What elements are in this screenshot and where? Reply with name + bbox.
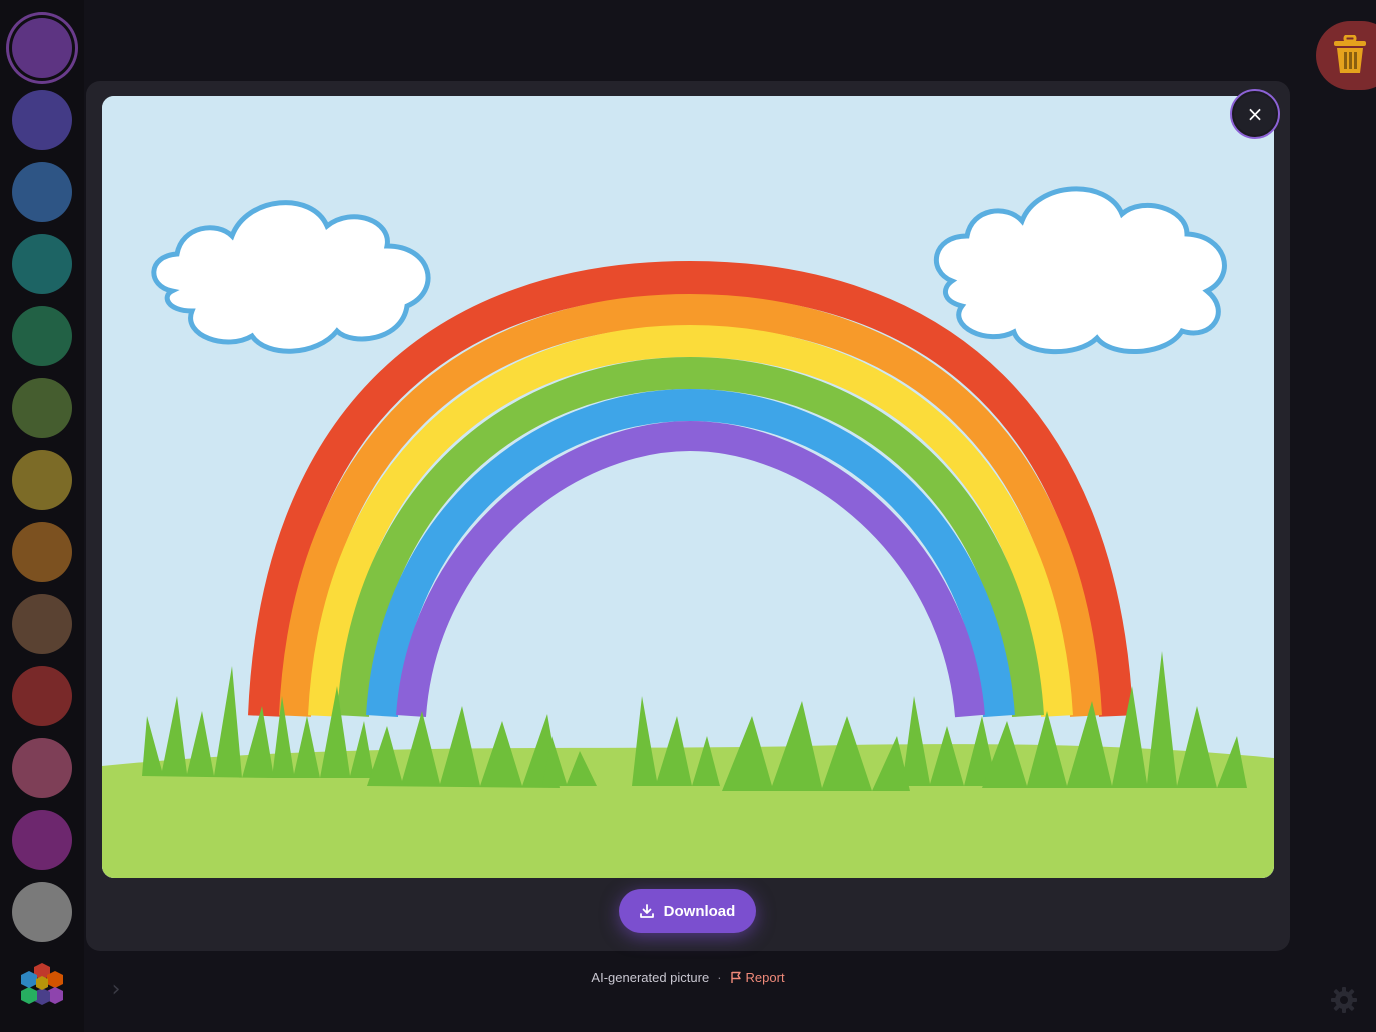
footer-separator: · xyxy=(717,970,722,985)
swatch-brown[interactable] xyxy=(12,594,72,654)
swatch-green[interactable] xyxy=(12,306,72,366)
swatch-pink[interactable] xyxy=(12,738,72,798)
swatch-orange[interactable] xyxy=(12,522,72,582)
swatch-gray[interactable] xyxy=(12,882,72,942)
swatch-olive[interactable] xyxy=(12,378,72,438)
clear-canvas-button[interactable] xyxy=(1316,21,1376,90)
gear-icon[interactable] xyxy=(1330,986,1358,1014)
close-button[interactable]: × xyxy=(1230,89,1280,139)
swatch-purple[interactable] xyxy=(12,18,72,78)
report-link[interactable]: Report xyxy=(730,970,785,985)
trash-icon xyxy=(1334,35,1366,73)
swatch-blue[interactable] xyxy=(12,162,72,222)
swatch-red[interactable] xyxy=(12,666,72,726)
rainbow-picture xyxy=(102,96,1274,878)
swatch-teal[interactable] xyxy=(12,234,72,294)
download-label: Download xyxy=(663,902,736,920)
download-button[interactable]: Download xyxy=(619,889,756,933)
download-icon xyxy=(639,904,654,918)
flag-icon xyxy=(730,971,741,983)
color-sidebar xyxy=(0,0,84,1032)
close-icon: × xyxy=(1246,102,1264,126)
footer: AI-generated picture · Report xyxy=(0,970,1376,985)
report-label: Report xyxy=(745,970,785,985)
swatch-indigo[interactable] xyxy=(12,90,72,150)
ai-generated-label: AI-generated picture xyxy=(591,970,710,985)
swatch-mustard[interactable] xyxy=(12,450,72,510)
picture-modal: × Download xyxy=(86,81,1290,951)
swatch-magenta[interactable] xyxy=(12,810,72,870)
